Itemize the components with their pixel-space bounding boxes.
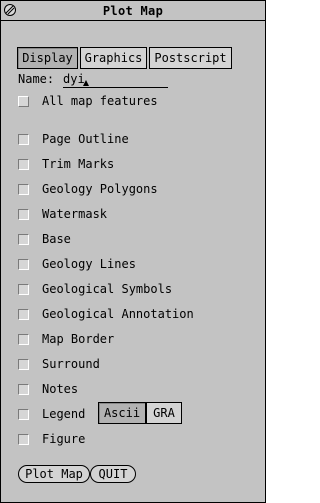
tab-postscript[interactable]: Postscript bbox=[149, 47, 232, 69]
plot-map-button[interactable]: Plot Map bbox=[18, 465, 90, 483]
option-label: Geology Lines bbox=[42, 257, 136, 271]
option-all-map-features[interactable]: All map features bbox=[18, 93, 158, 109]
text-caret-icon bbox=[83, 80, 89, 86]
action-buttons: Plot Map QUIT bbox=[18, 465, 136, 483]
legend-gra-button[interactable]: GRA bbox=[146, 402, 182, 424]
option-watermask[interactable]: Watermask bbox=[18, 206, 107, 222]
option-page-outline[interactable]: Page Outline bbox=[18, 131, 129, 147]
option-label: Page Outline bbox=[42, 132, 129, 146]
checkbox[interactable] bbox=[18, 358, 29, 370]
option-notes[interactable]: Notes bbox=[18, 381, 78, 397]
checkbox[interactable] bbox=[18, 158, 29, 170]
checkbox[interactable] bbox=[18, 283, 29, 295]
option-map-border[interactable]: Map Border bbox=[18, 331, 114, 347]
checkbox[interactable] bbox=[18, 308, 29, 320]
option-label: Watermask bbox=[42, 207, 108, 221]
tab-display[interactable]: Display bbox=[17, 47, 78, 69]
checkbox[interactable] bbox=[18, 433, 29, 445]
checkbox[interactable] bbox=[18, 208, 29, 220]
plot-map-window: Plot Map Display Graphics Postscript Nam… bbox=[0, 0, 266, 503]
option-base[interactable]: Base bbox=[18, 231, 71, 247]
option-label: Notes bbox=[42, 382, 79, 396]
option-geology-lines[interactable]: Geology Lines bbox=[18, 256, 136, 272]
option-label: Base bbox=[42, 232, 71, 246]
checkbox[interactable] bbox=[18, 133, 29, 145]
checkbox[interactable] bbox=[18, 183, 29, 195]
option-label: Geological Annotation bbox=[42, 307, 194, 321]
option-label: Geological Symbols bbox=[42, 282, 173, 296]
option-label: Surround bbox=[42, 357, 100, 371]
name-input[interactable]: dyi bbox=[63, 72, 168, 88]
option-geological-annotation[interactable]: Geological Annotation bbox=[18, 306, 194, 322]
option-label: Legend bbox=[42, 407, 86, 421]
option-label: Geology Polygons bbox=[42, 182, 158, 196]
checkbox[interactable] bbox=[18, 383, 29, 395]
quit-button[interactable]: QUIT bbox=[90, 465, 136, 483]
option-legend[interactable]: Legend bbox=[18, 406, 85, 422]
checkbox[interactable] bbox=[18, 408, 29, 420]
name-label: Name: bbox=[18, 72, 55, 86]
option-label: Map Border bbox=[42, 332, 115, 346]
checkbox[interactable] bbox=[18, 333, 29, 345]
checkbox[interactable] bbox=[18, 95, 29, 107]
option-geology-polygons[interactable]: Geology Polygons bbox=[18, 181, 158, 197]
checkbox[interactable] bbox=[18, 258, 29, 270]
legend-ascii-button[interactable]: Ascii bbox=[98, 402, 146, 424]
name-value: dyi bbox=[63, 72, 85, 86]
option-figure[interactable]: Figure bbox=[18, 431, 85, 447]
legend-format-selector: Ascii GRA bbox=[98, 402, 182, 424]
title-bar: Plot Map bbox=[1, 1, 265, 21]
option-surround[interactable]: Surround bbox=[18, 356, 100, 372]
option-label: Trim Marks bbox=[42, 157, 115, 171]
option-label: All map features bbox=[42, 94, 158, 108]
checkbox[interactable] bbox=[18, 233, 29, 245]
tab-graphics[interactable]: Graphics bbox=[80, 47, 147, 69]
option-label: Figure bbox=[42, 432, 86, 446]
window-title: Plot Map bbox=[102, 4, 164, 18]
option-geological-symbols[interactable]: Geological Symbols bbox=[18, 281, 172, 297]
tab-bar: Display Graphics Postscript bbox=[17, 47, 234, 69]
option-trim-marks[interactable]: Trim Marks bbox=[18, 156, 114, 172]
